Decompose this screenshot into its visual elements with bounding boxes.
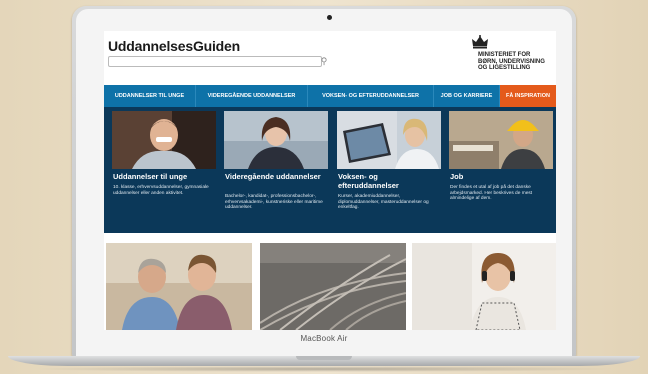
card-title: Job [450,172,464,181]
category-panel: Uddannelser til unge 10. klasse, erhverv… [104,107,556,233]
photo-father-son[interactable] [106,243,252,330]
nav-item-voksen-efteruddannelser[interactable]: VOKSEN- OG EFTERUDDANNELSER [308,85,434,107]
nav-item-uddannelser-til-unge[interactable]: UDDANNELSER TIL UNGE [104,85,196,107]
card-title: Voksen- og efteruddannelser [338,172,399,190]
camera-icon [327,15,332,20]
card-description: Kurser, akademiuddannelser, diplomuddann… [338,194,429,211]
browser-screen: UddannelsesGuiden ⚲ MINISTERIET FOR BØRN… [104,31,556,330]
ministry-line: OG LIGESTILLING [478,65,531,71]
card-title: Uddannelser til unge [113,172,188,181]
card-description: Der findes et utal af job på det danske … [450,185,533,202]
card-photo [224,111,328,169]
photo-railway-tracks[interactable] [260,243,406,330]
laptop-notch [296,356,352,360]
crown-icon [472,35,488,49]
nav-item-inspiration[interactable]: FÅ INSPIRATION [500,85,556,107]
card-voksen-efteruddannelser[interactable]: Voksen- og efteruddannelser Kurser, akad… [337,111,441,227]
card-job[interactable]: Job Der findes et utal af job på det dan… [449,111,553,227]
device-brand-label: MacBook Air [300,334,348,343]
search-input[interactable] [108,56,322,67]
ministry-logo-text: MINISTERIET FOR BØRN, UNDERVISNING OG LI… [478,52,556,72]
card-photo [337,111,441,169]
nav-item-job-karriere[interactable]: JOB OG KARRIERE [434,85,500,107]
card-photo [112,111,216,169]
nav-item-videregaende[interactable]: VIDEREGÅENDE UDDANNELSER [196,85,308,107]
card-photo [449,111,553,169]
card-videregaende[interactable]: Videregående uddannelser Bachelor-, kand… [224,111,328,227]
laptop-shadow [30,366,618,372]
card-title: Videregående uddannelser [225,172,321,181]
photo-woman-headphones[interactable] [412,243,556,330]
main-nav: UDDANNELSER TIL UNGE VIDEREGÅENDE UDDANN… [104,85,556,107]
site-logo[interactable]: UddannelsesGuiden [108,38,240,54]
card-description: Bachelor-, kandidat-, professionsbachelo… [225,194,323,211]
card-uddannelser-til-unge[interactable]: Uddannelser til unge 10. klasse, erhverv… [112,111,216,227]
card-description: 10. klasse, erhvervsuddannelser, gymnasi… [113,185,209,196]
search-icon[interactable]: ⚲ [318,56,330,67]
